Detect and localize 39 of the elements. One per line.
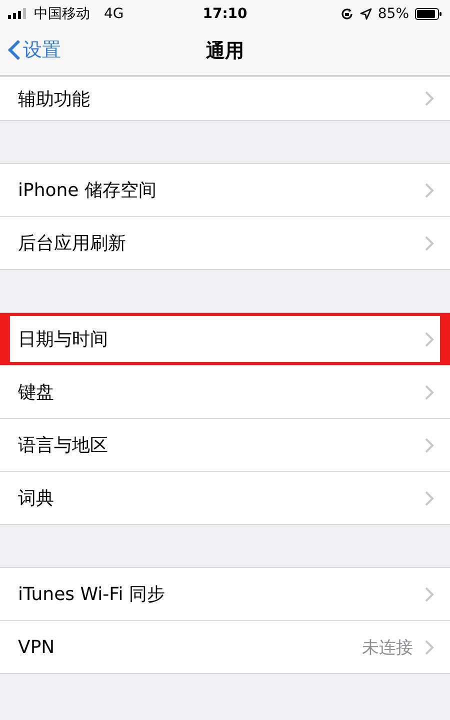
row-label: 键盘: [18, 381, 55, 404]
settings-row[interactable]: 键盘: [0, 365, 450, 418]
row-label: 语言与地区: [18, 434, 109, 457]
settings-row[interactable]: iTunes Wi-Fi 同步: [0, 568, 450, 620]
chevron-icon: [425, 332, 434, 346]
chevron-icon: [425, 236, 434, 250]
back-button[interactable]: 设置: [8, 37, 61, 63]
settings-row[interactable]: 词典: [0, 471, 450, 524]
settings-row[interactable]: VPN 未连接: [0, 620, 450, 673]
row-label: VPN: [18, 636, 56, 658]
highlighted-settings-row[interactable]: 日期与时间: [0, 313, 450, 365]
carrier-name: 中国移动: [34, 4, 90, 22]
settings-row[interactable]: 后台应用刷新: [0, 216, 450, 269]
signal-icon: [8, 8, 28, 19]
row-label: iPhone 储存空间: [18, 179, 158, 202]
network-type: 4G: [104, 6, 124, 22]
chevron-icon: [425, 91, 434, 106]
row-label: 词典: [18, 487, 55, 510]
chevron-icon: [425, 490, 434, 506]
row-label: 后台应用刷新: [18, 232, 127, 255]
row-label: 日期与时间: [18, 328, 109, 351]
settings-row[interactable]: iPhone 储存空间: [0, 164, 450, 216]
clock-time: 17:10: [202, 6, 248, 22]
chevron-icon: [425, 640, 434, 654]
page-title: 通用: [206, 39, 244, 64]
chevron-icon: [425, 182, 434, 198]
back-chevron-icon: [8, 39, 21, 61]
settings-row[interactable]: 辅助功能: [0, 77, 450, 120]
battery-icon: [415, 8, 442, 20]
settings-row[interactable]: 语言与地区: [0, 418, 450, 471]
row-label: 辅助功能: [18, 88, 91, 110]
row-value: 未连接: [362, 636, 413, 658]
rotation-lock-icon: [340, 6, 354, 20]
battery-percent: 85%: [378, 6, 410, 22]
chevron-icon: [425, 438, 434, 452]
chevron-icon: [425, 586, 434, 602]
location-arrow-icon: [360, 8, 372, 20]
chevron-icon: [425, 384, 434, 400]
row-label: iTunes Wi-Fi 同步: [18, 583, 166, 606]
